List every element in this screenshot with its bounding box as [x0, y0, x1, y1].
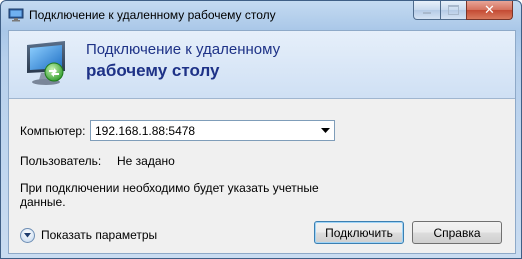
- connect-button[interactable]: Подключить: [314, 221, 404, 244]
- computer-label: Компьютер:: [20, 124, 86, 138]
- expand-options-icon: [20, 227, 35, 243]
- close-button[interactable]: ✕: [466, 1, 513, 20]
- dropdown-arrow-button[interactable]: [317, 121, 334, 140]
- computer-combobox[interactable]: 192.168.1.88:5478: [90, 120, 335, 141]
- user-value: Не задано: [117, 154, 175, 168]
- banner-title-line1: Подключение к удаленному: [86, 41, 281, 58]
- rdp-window: Подключение к удаленному рабочему столу …: [0, 0, 522, 259]
- remote-desktop-icon: [8, 8, 24, 22]
- show-options-label[interactable]: Показать параметры: [41, 228, 157, 242]
- maximize-button[interactable]: [440, 1, 467, 20]
- user-label: Пользователь:: [20, 154, 102, 168]
- help-button[interactable]: Справка: [412, 221, 502, 244]
- minimize-button[interactable]: [413, 1, 441, 20]
- notice-line1: При подключении необходимо будет указать…: [20, 181, 319, 195]
- title-bar[interactable]: Подключение к удаленному рабочему столу …: [1, 1, 521, 29]
- dialog-client-area: Подключение к удаленному рабочему столу …: [8, 30, 516, 254]
- close-icon: ✕: [484, 2, 495, 17]
- minimize-icon: [423, 12, 431, 14]
- credentials-notice: При подключении необходимо будет указать…: [20, 181, 320, 209]
- window-title: Подключение к удаленному рабочему столу: [29, 8, 276, 22]
- banner-title-line2: рабочему столу: [86, 61, 220, 80]
- notice-line2: данные.: [20, 195, 66, 209]
- show-options-toggle[interactable]: Показать параметры: [20, 226, 157, 244]
- maximize-icon: [448, 5, 459, 15]
- remote-desktop-monitor-icon: [27, 41, 65, 85]
- header-banner: Подключение к удаленному рабочему столу: [9, 31, 515, 99]
- chevron-down-icon: [321, 128, 330, 133]
- computer-value[interactable]: 192.168.1.88:5478: [95, 124, 195, 138]
